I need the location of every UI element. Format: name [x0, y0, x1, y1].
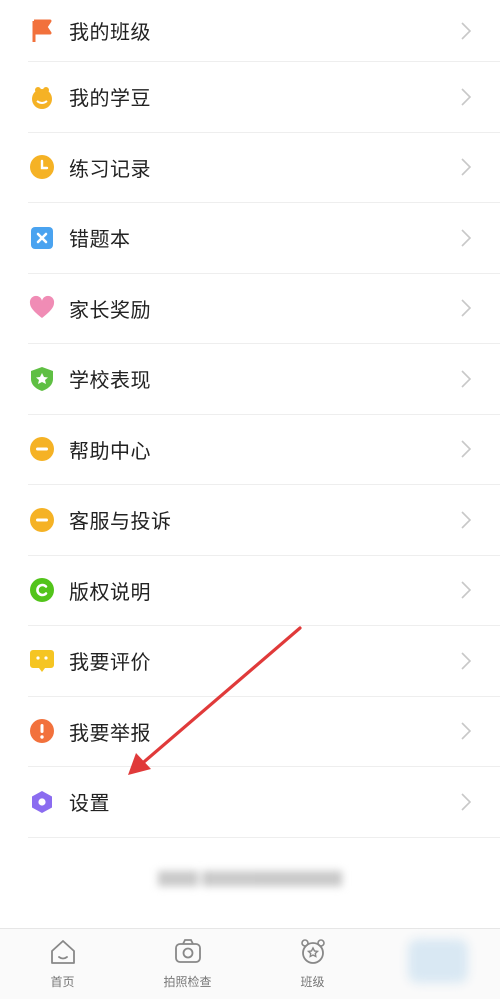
chevron-right-icon [460, 510, 472, 530]
menu-item-parent-reward[interactable]: 家长奖励 [28, 274, 500, 344]
blurred-tab-placeholder [407, 939, 468, 983]
bean-icon [29, 84, 55, 110]
menu-item-practice-record[interactable]: 练习记录 [28, 133, 500, 203]
bottom-tab-bar: 首页 拍照检查 班级 [0, 928, 500, 999]
settings-icon [29, 789, 55, 815]
chevron-right-icon [460, 580, 472, 600]
chevron-right-icon [460, 298, 472, 318]
menu-item-my-beans[interactable]: 我的学豆 [28, 62, 500, 133]
menu-item-label: 设置 [69, 791, 110, 816]
camera-icon [173, 937, 203, 967]
menu-item-label: 版权说明 [69, 579, 151, 604]
menu-item-copyright[interactable]: 版权说明 [28, 556, 500, 626]
home-icon [48, 937, 78, 967]
flag-icon [29, 18, 55, 44]
menu-item-label: 帮助中心 [69, 438, 151, 463]
menu-item-label: 客服与投诉 [69, 509, 172, 534]
tab-photo-check[interactable]: 拍照检查 [125, 929, 250, 999]
menu-item-wrong-book[interactable]: 错题本 [28, 203, 500, 274]
tab-blurred[interactable] [375, 929, 500, 999]
menu-item-my-class[interactable]: 我的班级 [28, 0, 500, 62]
menu-item-school-performance[interactable]: 学校表现 [28, 344, 500, 415]
menu-item-label: 练习记录 [69, 156, 151, 181]
service-icon [29, 507, 55, 533]
menu-item-help-center[interactable]: 帮助中心 [28, 415, 500, 485]
blurred-footer-text: ████ ██████████████ [157, 872, 343, 887]
menu-list: 我的班级 我的学豆 练习记录 错题本 家长奖励 学校表现 帮助中心 客服与投诉 … [0, 0, 500, 838]
chevron-right-icon [460, 157, 472, 177]
tab-label: 首页 [50, 975, 75, 989]
tab-label: 拍照检查 [163, 975, 212, 989]
clock-icon [29, 154, 55, 180]
menu-item-label: 错题本 [69, 227, 131, 252]
comment-icon [29, 648, 55, 674]
class-icon [298, 937, 328, 967]
tab-class[interactable]: 班级 [250, 929, 375, 999]
chevron-right-icon [460, 721, 472, 741]
chevron-right-icon [460, 369, 472, 389]
menu-item-report[interactable]: 我要举报 [28, 697, 500, 767]
shield-icon [29, 366, 55, 392]
menu-item-label: 我要举报 [69, 720, 151, 745]
chevron-right-icon [460, 651, 472, 671]
heart-icon [29, 295, 55, 321]
help-icon [29, 436, 55, 462]
menu-item-rate-us[interactable]: 我要评价 [28, 626, 500, 697]
menu-item-label: 我要评价 [69, 650, 151, 675]
chevron-right-icon [460, 792, 472, 812]
chevron-right-icon [460, 87, 472, 107]
menu-item-settings[interactable]: 设置 [28, 767, 500, 838]
menu-item-customer-service[interactable]: 客服与投诉 [28, 485, 500, 556]
chevron-right-icon [460, 21, 472, 41]
tab-label: 班级 [300, 975, 325, 989]
report-icon [29, 718, 55, 744]
chevron-right-icon [460, 228, 472, 248]
chevron-right-icon [460, 439, 472, 459]
wrong-book-icon [29, 225, 55, 251]
menu-item-label: 我的班级 [69, 20, 151, 44]
menu-item-label: 我的学豆 [69, 86, 151, 111]
copyright-icon [29, 577, 55, 603]
menu-item-label: 家长奖励 [69, 297, 151, 322]
menu-item-label: 学校表现 [69, 368, 151, 393]
tab-home[interactable]: 首页 [0, 929, 125, 999]
